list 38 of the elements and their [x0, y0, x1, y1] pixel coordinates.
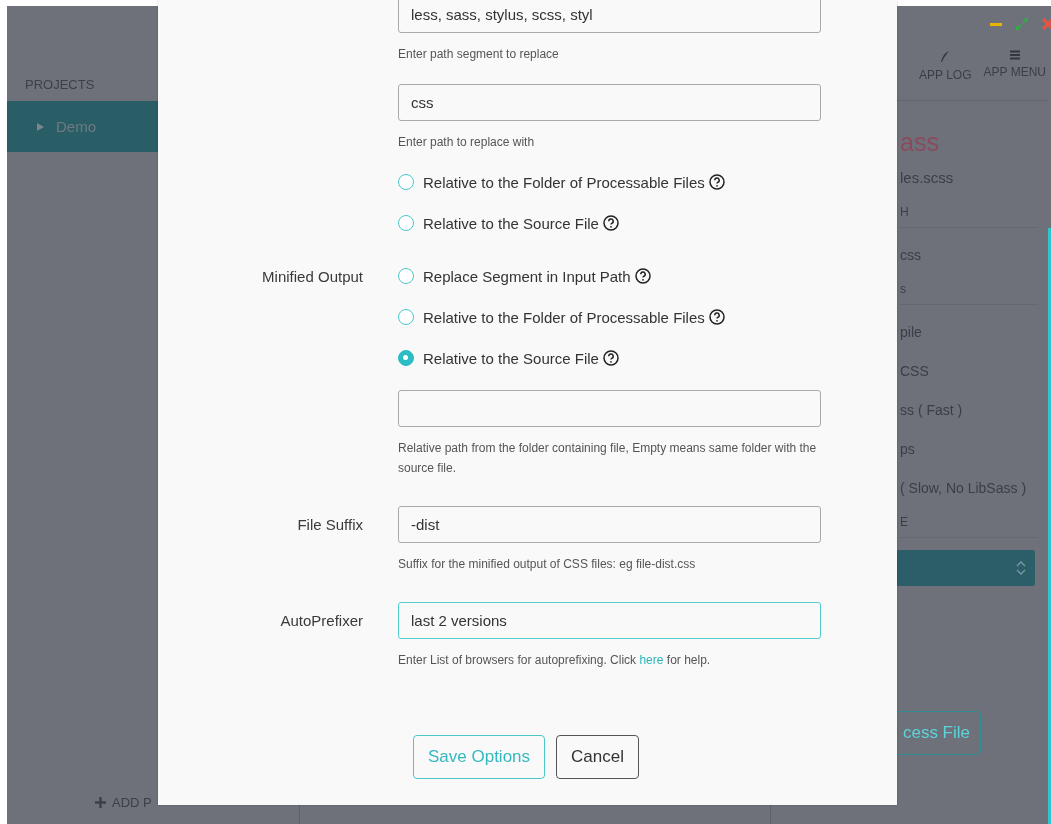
chevron-updown-icon: [1016, 561, 1026, 575]
help-text: Suffix for the minified output of CSS files: eg file-dist.css: [398, 556, 697, 573]
help-link[interactable]: here: [639, 653, 664, 667]
radio-button[interactable]: [398, 268, 414, 284]
text-field[interactable]: less, sass, stylus, scss, styl: [398, 0, 821, 33]
radio-label: Relative to the Source File: [423, 214, 599, 232]
cancel-button[interactable]: Cancel: [556, 735, 639, 779]
radio-button[interactable]: [398, 215, 414, 231]
expand-arrow-icon: [36, 121, 45, 132]
help-text: Enter path segment to replace: [398, 46, 560, 63]
field-label: Minified Output: [262, 267, 363, 285]
radio-button[interactable]: [398, 350, 414, 366]
text-field[interactable]: [398, 390, 821, 427]
close-icon[interactable]: [1042, 18, 1051, 30]
maximize-icon[interactable]: [1016, 18, 1028, 30]
help-text: Enter List of browsers for autoprefixing. Click here for help.: [398, 652, 712, 669]
help-text: Relative path from the folder containing file, Empty means same folder with the source file.: [398, 440, 818, 477]
radio-label: Replace Segment in Input Path: [423, 267, 631, 285]
help-icon[interactable]: [708, 174, 725, 190]
plus-icon: [95, 797, 106, 808]
field-label: AutoPrefixer: [280, 612, 363, 629]
radio-label: Relative to the Folder of Processable Files: [423, 173, 705, 191]
text-field[interactable]: last 2 versions: [398, 602, 821, 639]
radio-label: Relative to the Folder of Processable Files: [423, 308, 705, 326]
help-icon[interactable]: [602, 350, 619, 366]
help-icon[interactable]: [602, 215, 619, 231]
help-text: Enter path to replace with: [398, 134, 536, 151]
radio-button[interactable]: [398, 309, 414, 325]
radio-label: Relative to the Source File: [423, 349, 599, 367]
help-icon[interactable]: [634, 268, 651, 284]
field-label: File Suffix: [297, 516, 363, 533]
feather-icon: [940, 50, 951, 63]
help-icon[interactable]: [708, 309, 725, 325]
save-button[interactable]: Save Options: [413, 735, 546, 779]
radio-button[interactable]: [398, 174, 414, 190]
text-field[interactable]: css: [398, 84, 821, 121]
menu-icon: [1009, 50, 1020, 60]
text-field[interactable]: -dist: [398, 506, 821, 543]
